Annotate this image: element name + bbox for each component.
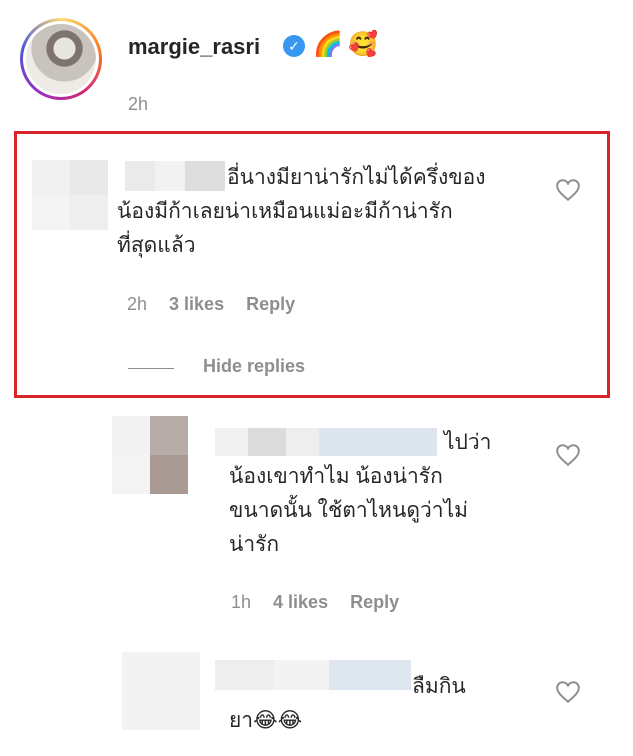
hide-replies-line <box>128 368 174 369</box>
smiling-hearts-emoji: 🥰 <box>348 31 378 58</box>
comment-likes[interactable]: 3 likes <box>169 294 224 314</box>
comment-avatar-blurred[interactable] <box>32 160 108 230</box>
reply-likes[interactable]: 4 likes <box>273 592 328 612</box>
rainbow-emoji: 🌈 <box>313 31 343 58</box>
heart-icon[interactable] <box>555 178 581 202</box>
comment-time: 2h <box>127 294 148 314</box>
reply-meta: 1h 4 likes Reply <box>231 592 421 613</box>
reply-button[interactable]: Reply <box>350 592 399 612</box>
reply-avatar-blurred[interactable] <box>122 652 200 730</box>
heart-icon[interactable] <box>555 680 581 704</box>
avatar-photo <box>26 24 96 94</box>
reply-text: ไปว่า น้องเขาทำไม น้องน่ารัก ขนาดนั้น ใช… <box>229 431 492 556</box>
reply-button[interactable]: Reply <box>246 294 295 314</box>
comment-text: อี่นางมียาน่ารักไม่ได้ครึ่งของ น้องมีก้า… <box>117 166 486 257</box>
reply-avatar-blurred[interactable] <box>112 416 188 494</box>
post-time: 2h <box>128 94 149 114</box>
post-author-avatar[interactable] <box>20 18 102 100</box>
hide-replies-button[interactable]: Hide replies <box>203 356 305 377</box>
verified-badge-icon: ✓ <box>283 35 305 57</box>
post-author-username[interactable]: margie_rasri <box>128 34 260 60</box>
reply-text: ลืมกิน ยา😂😂 <box>229 675 466 732</box>
comment-meta: 2h 3 likes Reply <box>127 294 317 315</box>
heart-icon[interactable] <box>555 443 581 467</box>
reply-time: 1h <box>231 592 252 612</box>
